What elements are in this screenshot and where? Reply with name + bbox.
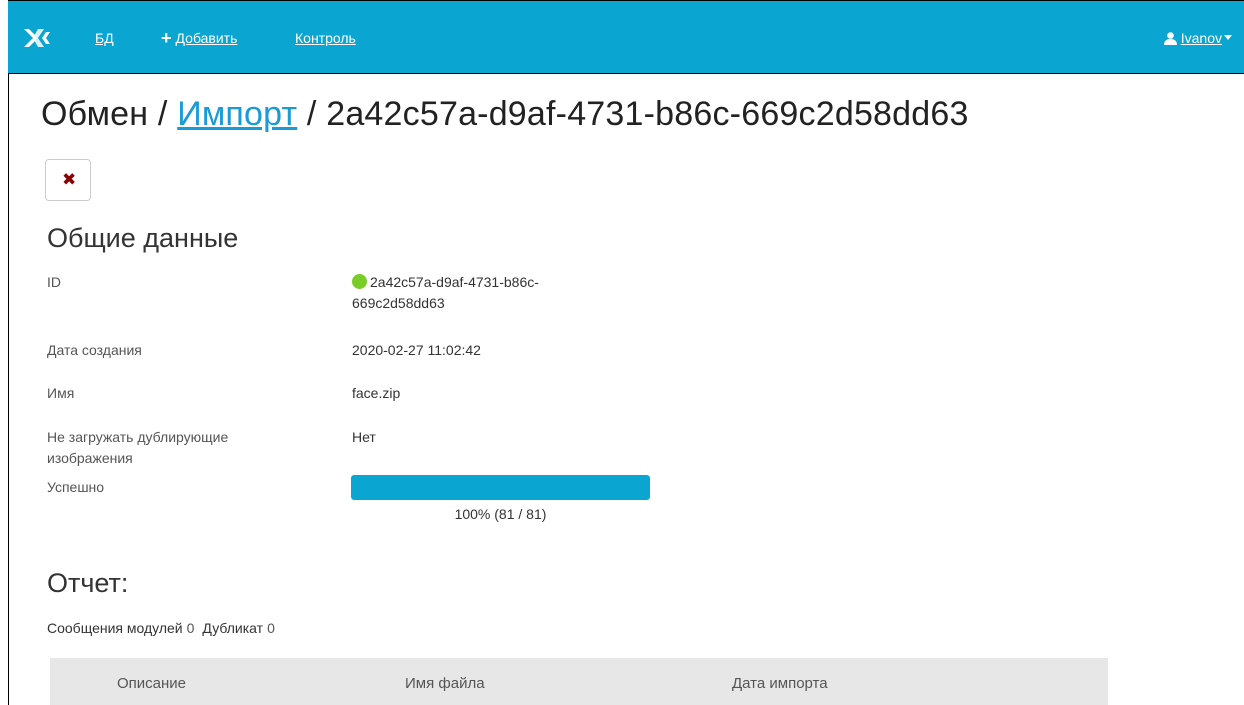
id-label: ID xyxy=(47,274,61,290)
breadcrumb-current: / 2a42c57a-d9af-4731-b86c-669c2d58dd63 xyxy=(306,95,969,133)
nav-control-link[interactable]: Контроль xyxy=(295,30,356,46)
no-duplicates-value: Нет xyxy=(352,429,376,445)
plus-icon: + xyxy=(161,28,172,48)
success-label: Успешно xyxy=(47,479,105,495)
delete-button[interactable]: ✖ xyxy=(45,159,91,201)
user-icon xyxy=(1163,32,1177,45)
created-label: Дата создания xyxy=(47,342,142,358)
breadcrumb-exchange: Обмен / xyxy=(41,95,168,133)
close-icon: ✖ xyxy=(62,170,77,189)
nav-add-label: Добавить xyxy=(175,30,238,46)
no-duplicates-label: Не загружать дублирующие изображения xyxy=(47,429,229,466)
nav-db-link[interactable]: БД xyxy=(95,30,114,46)
app-logo-icon[interactable] xyxy=(24,29,52,47)
status-dot-icon xyxy=(352,274,367,289)
chevron-down-icon xyxy=(1224,35,1232,40)
general-data-heading: Общие данные xyxy=(47,223,239,253)
id-value-line2: 669c2d58dd63 xyxy=(352,295,445,311)
duplicate-label: Дубликат xyxy=(202,620,264,636)
name-label: Имя xyxy=(47,385,75,401)
page-title: Обмен / Импорт / 2a42c57a-d9af-4731-b86c… xyxy=(41,95,969,134)
created-value: 2020-02-27 11:02:42 xyxy=(352,342,481,358)
duplicate-count: 0 xyxy=(267,620,275,636)
nav-add-link[interactable]: + Добавить xyxy=(161,28,238,48)
progress-bar-fill xyxy=(351,475,650,500)
progress-bar xyxy=(351,475,650,500)
page-border xyxy=(8,74,9,705)
id-value: 2a42c57a-d9af-4731-b86c- 669c2d58dd63 xyxy=(352,272,539,314)
column-header-description[interactable]: Описание xyxy=(117,675,186,692)
module-messages-label: Сообщения модулей xyxy=(47,620,183,636)
top-navbar: БД + Добавить Контроль Ivanov xyxy=(8,0,1244,74)
report-table-header: Описание Имя файла Дата импорта xyxy=(50,658,1108,705)
module-messages-count: 0 xyxy=(186,620,195,636)
progress-text: 100% (81 / 81) xyxy=(454,506,547,522)
report-counts: Сообщения модулей 0 Дубликат 0 xyxy=(47,620,283,636)
column-header-filename[interactable]: Имя файла xyxy=(405,675,485,692)
breadcrumb-import-link[interactable]: Импорт xyxy=(177,95,297,133)
column-header-import-date[interactable]: Дата импорта xyxy=(732,675,828,692)
report-heading: Отчет: xyxy=(47,568,129,598)
user-name: Ivanov xyxy=(1180,30,1222,46)
name-value: face.zip xyxy=(352,385,401,401)
id-value-line1: 2a42c57a-d9af-4731-b86c- xyxy=(370,274,539,290)
user-menu[interactable]: Ivanov xyxy=(1163,30,1232,46)
